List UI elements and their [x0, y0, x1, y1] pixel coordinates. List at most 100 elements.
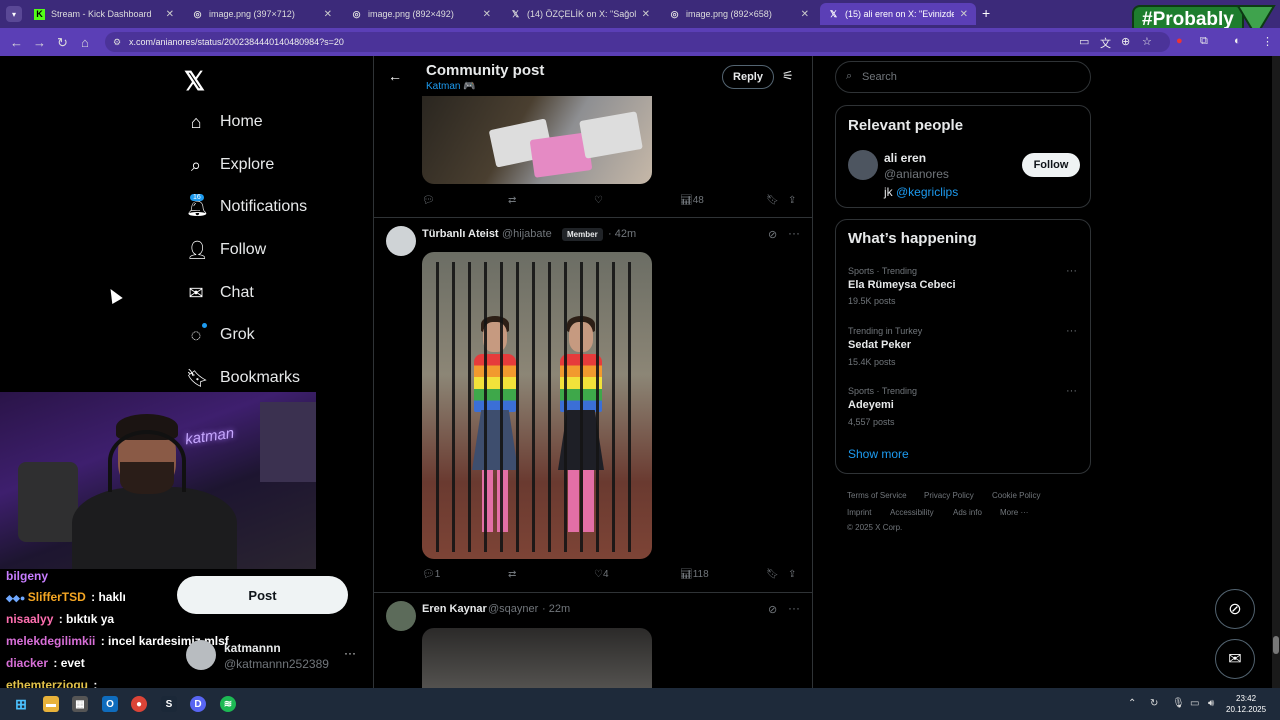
close-tab-icon[interactable]: ✕: [483, 9, 491, 20]
repost-icon[interactable]: ⇄: [508, 569, 516, 580]
browser-menu-icon[interactable]: ⋮: [1262, 35, 1273, 48]
chrome-icon[interactable]: ●: [131, 696, 147, 712]
post-image-cage[interactable]: [422, 252, 652, 559]
sidebar-item-chat[interactable]: ✉ Chat: [186, 278, 253, 308]
page-scrollbar[interactable]: [1272, 56, 1280, 688]
post-time[interactable]: · 22m: [542, 603, 570, 615]
messages-fab-icon[interactable]: ✉: [1215, 639, 1255, 679]
community-name[interactable]: Katman 🎮: [426, 81, 476, 92]
taskbar-clock[interactable]: 23:42 20.12.2025: [1226, 693, 1266, 715]
tab-image-1[interactable]: ◎ image.png (397×712) ✕: [184, 3, 340, 25]
post-author-name[interactable]: Eren Kaynar: [422, 603, 487, 615]
windows-start-icon[interactable]: ⊞: [13, 696, 29, 712]
post-button[interactable]: Post: [177, 576, 348, 614]
account-avatar[interactable]: [186, 640, 216, 670]
views-icon[interactable]: 📊︎ 118: [680, 569, 709, 580]
bookmark-post-icon[interactable]: 🔖︎: [766, 195, 779, 206]
post-time[interactable]: · 42m: [608, 228, 636, 240]
reply-button[interactable]: Reply: [722, 65, 774, 89]
sidebar-item-follow[interactable]: 👤︎ Follow: [186, 235, 266, 265]
sidebar-item-home[interactable]: ⌂ Home: [186, 107, 263, 137]
tab-ozcelik[interactable]: 𝕏 (14) ÖZÇELİK on X: "Sağol abi d ✕: [502, 3, 658, 25]
footer-link[interactable]: Cookie Policy: [992, 491, 1040, 500]
close-tab-icon[interactable]: ✕: [642, 9, 650, 20]
avatar[interactable]: [848, 150, 878, 180]
tab-image-2[interactable]: ◎ image.png (892×492) ✕: [343, 3, 499, 25]
forward-icon[interactable]: →: [33, 35, 46, 50]
like-icon[interactable]: ♡: [594, 195, 603, 206]
account-more-icon[interactable]: ···: [344, 646, 356, 660]
post-image-cassettes[interactable]: [422, 96, 652, 184]
post-author-handle[interactable]: @sqayner: [488, 603, 538, 615]
reply-icon[interactable]: 💬︎: [422, 195, 435, 206]
repost-icon[interactable]: ⇄: [508, 195, 516, 206]
footer-link[interactable]: Imprint: [847, 508, 871, 517]
post-author-name[interactable]: Türbanlı Ateist: [422, 228, 499, 240]
views-icon[interactable]: 📊︎ 48: [680, 195, 704, 206]
close-tab-icon[interactable]: ✕: [801, 9, 809, 20]
home-browser-icon[interactable]: ⌂: [81, 35, 89, 50]
sidebar-item-notifications[interactable]: 🔔︎ Notifications: [186, 192, 307, 222]
relevant-person-handle[interactable]: @anianores: [884, 167, 949, 181]
tray-overflow-icon[interactable]: ⌃: [1128, 698, 1136, 709]
reply-icon[interactable]: 💬︎ 1: [422, 569, 440, 580]
bookmark-post-icon[interactable]: 🔖︎: [766, 569, 779, 580]
tab-search-button[interactable]: ▾: [6, 6, 22, 22]
file-explorer-icon[interactable]: ▬: [43, 696, 59, 712]
trend-name[interactable]: Ela Rümeysa Cebeci: [848, 279, 956, 291]
trend-more-icon[interactable]: ···: [1066, 385, 1077, 397]
back-arrow-icon[interactable]: ←: [388, 68, 402, 84]
tab-kick-dashboard[interactable]: K Stream - Kick Dashboard ✕: [26, 3, 182, 25]
sidebar-item-explore[interactable]: ⌕ Explore: [186, 150, 274, 180]
sidebar-item-grok[interactable]: ◌ Grok: [186, 320, 255, 350]
post-more-icon[interactable]: ···: [788, 601, 800, 615]
search-input[interactable]: ⌕ Search: [835, 61, 1091, 93]
post-more-icon[interactable]: ···: [788, 226, 800, 240]
footer-link[interactable]: Accessibility: [890, 508, 934, 517]
microphone-icon[interactable]: 🎙︎: [1172, 698, 1185, 709]
tab-image-3[interactable]: ◎ image.png (892×658) ✕: [661, 3, 817, 25]
steam-icon[interactable]: S: [161, 696, 177, 712]
back-icon[interactable]: ←: [10, 35, 23, 50]
footer-link[interactable]: Privacy Policy: [924, 491, 974, 500]
grok-explain-icon[interactable]: ⊘: [768, 228, 777, 241]
site-info-icon[interactable]: ⚙: [113, 37, 121, 48]
x-logo-icon[interactable]: 𝕏: [184, 66, 205, 97]
trend-name[interactable]: Adeyemi: [848, 399, 894, 411]
footer-link[interactable]: Ads info: [953, 508, 982, 517]
bookmark-star-icon[interactable]: ☆: [1142, 35, 1152, 48]
translate-icon[interactable]: 文: [1100, 35, 1111, 51]
close-tab-icon[interactable]: ✕: [960, 9, 968, 20]
grok-fab-icon[interactable]: ⊘: [1215, 589, 1255, 629]
outlook-icon[interactable]: O: [102, 696, 118, 712]
trend-more-icon[interactable]: ···: [1066, 325, 1077, 337]
new-tab-icon[interactable]: +: [982, 5, 990, 21]
close-tab-icon[interactable]: ✕: [166, 9, 174, 20]
account-handle[interactable]: @katmannn252389: [224, 657, 329, 671]
post-author-handle[interactable]: @hijabate: [502, 228, 552, 240]
footer-link[interactable]: Terms of Service: [847, 491, 907, 500]
avatar[interactable]: [386, 601, 416, 631]
zoom-icon[interactable]: ⊕: [1121, 35, 1130, 48]
filter-icon[interactable]: ⚟: [782, 68, 794, 84]
share-icon[interactable]: ⇪: [788, 195, 796, 206]
profile-avatar-icon[interactable]: ◐: [1234, 35, 1241, 47]
trend-more-icon[interactable]: ···: [1066, 265, 1077, 277]
discord-icon[interactable]: D: [190, 696, 206, 712]
post-image-device[interactable]: [422, 628, 652, 688]
grok-explain-icon[interactable]: ⊘: [768, 603, 777, 616]
footer-link[interactable]: More ···: [1000, 508, 1028, 517]
trend-name[interactable]: Sedat Peker: [848, 339, 911, 351]
volume-icon[interactable]: 🔊︎: [1208, 698, 1214, 709]
follow-button[interactable]: Follow: [1022, 153, 1080, 177]
share-icon[interactable]: ⇪: [788, 569, 796, 580]
avatar[interactable]: [386, 226, 416, 256]
close-tab-icon[interactable]: ✕: [324, 9, 332, 20]
address-bar[interactable]: ⚙ x.com/anianores/status/200238444014048…: [105, 32, 1170, 52]
tab-ali-eren-active[interactable]: 𝕏 (15) ali eren on X: "Evinizdeki e ✕: [820, 3, 976, 25]
sidebar-item-bookmarks[interactable]: 🔖︎ Bookmarks: [186, 363, 300, 393]
like-icon[interactable]: ♡ 4: [594, 569, 609, 580]
extension-icon[interactable]: ●: [1176, 35, 1183, 47]
spotify-icon[interactable]: ≋: [220, 696, 236, 712]
install-app-icon[interactable]: ▭: [1079, 35, 1089, 48]
